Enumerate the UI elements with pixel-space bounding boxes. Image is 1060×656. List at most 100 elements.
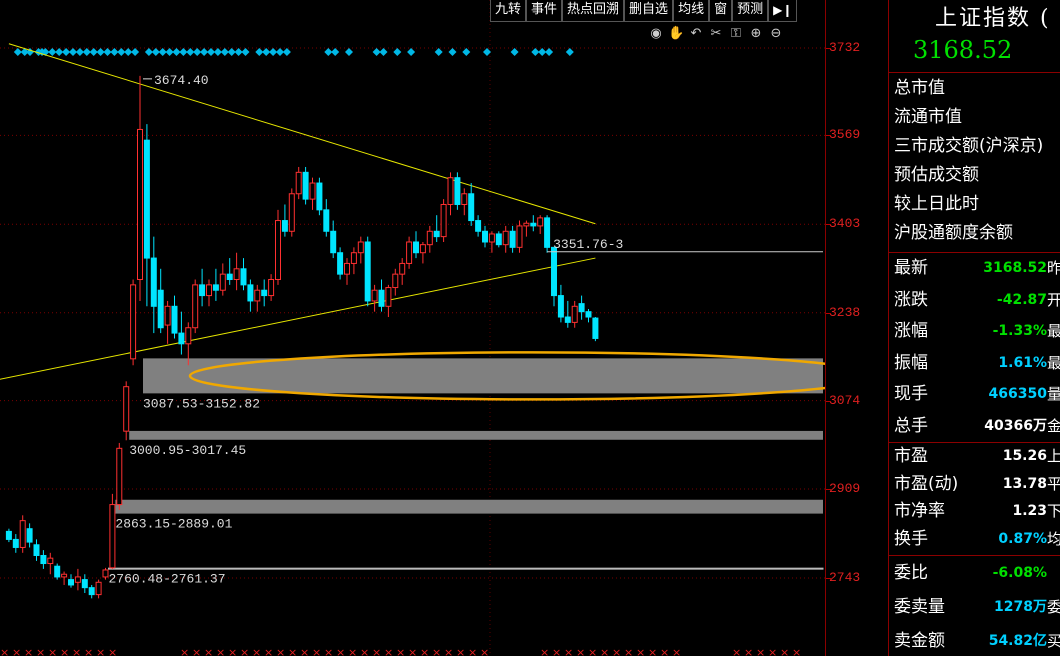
row-value: 0.87% <box>998 530 1047 547</box>
candle-body <box>81 579 88 589</box>
signal-marker <box>227 48 236 56</box>
row-value: 15.26 <box>1002 448 1047 464</box>
candle-body <box>544 217 551 248</box>
price-tick-label: 3732 <box>829 40 861 55</box>
row-tail-label: 下 <box>1047 502 1060 520</box>
candle-body <box>61 573 68 578</box>
candle-body <box>226 273 233 281</box>
time-marker: × <box>612 646 621 656</box>
time-marker: × <box>672 646 681 656</box>
support-zone <box>129 430 823 440</box>
row-value: 3168.52 <box>983 260 1047 276</box>
toolbar-button-5[interactable]: 窗 <box>709 0 733 22</box>
zoom-out-icon[interactable]: ⊖ <box>768 26 784 42</box>
quote-row: 涨跌 -42.87 开 <box>894 287 1060 314</box>
signal-marker <box>324 48 333 56</box>
scissors-icon[interactable]: ✂ <box>708 26 724 42</box>
info-row: 流通市值 <box>894 104 1060 131</box>
info-label: 较上日此时 <box>894 194 979 214</box>
row-value: 1278万 <box>994 599 1047 615</box>
signal-marker <box>220 48 229 56</box>
row-value: 40366万 <box>984 417 1047 434</box>
candle-body <box>247 284 254 302</box>
price-tick: 3569 <box>826 127 860 142</box>
price-tick-label: 2909 <box>829 481 861 497</box>
candle-body <box>440 203 447 238</box>
zoom-in-icon[interactable]: ⊕ <box>748 26 764 42</box>
info-label: 流通市值 <box>894 107 962 127</box>
info-label: 三市成交额(沪深京) <box>894 136 1044 156</box>
signal-marker <box>345 48 353 56</box>
panel-divider <box>889 252 1060 253</box>
collapse-panel-icon[interactable]: ▶❙ <box>768 0 798 22</box>
time-marker: × <box>204 646 213 656</box>
time-marker: × <box>732 646 741 656</box>
row-tail-label: 上 <box>1047 447 1060 465</box>
candle-body <box>392 273 399 289</box>
candle-body <box>426 230 433 246</box>
candle-body <box>12 538 19 548</box>
toolbar-button-6[interactable]: 预测 <box>732 0 769 22</box>
signal-marker <box>172 48 181 56</box>
row-label: 委卖量 <box>894 597 945 617</box>
signal-marker <box>538 48 547 56</box>
candle-body <box>275 220 281 281</box>
candle-body <box>261 289 268 297</box>
signal-marker <box>565 48 574 56</box>
signal-marker <box>483 48 491 56</box>
lock-icon[interactable]: ⚿ <box>728 26 744 42</box>
candle-body <box>109 504 116 569</box>
quote-row: 振幅 1.61% 最 <box>894 350 1060 377</box>
time-marker: × <box>192 646 201 656</box>
order-row: 卖金额 54.82亿买 <box>894 628 1060 655</box>
candle-body <box>171 305 178 334</box>
toolbar-button-0[interactable]: 九转 <box>490 0 527 22</box>
toolbar-button-2[interactable]: 热点回溯 <box>562 0 625 22</box>
candle-body <box>5 530 12 540</box>
time-marker: × <box>48 646 57 656</box>
eye-icon[interactable]: ◉ <box>648 26 664 42</box>
price-tick: 3732 <box>826 40 860 55</box>
hand-icon[interactable]: ✋ <box>668 26 684 42</box>
signal-marker <box>434 48 443 56</box>
row-label: 市盈(动) <box>894 473 959 494</box>
signal-marker <box>144 48 153 56</box>
row-tail-label: 平 <box>1047 474 1060 493</box>
time-marker: × <box>792 646 801 656</box>
signal-marker <box>48 48 57 56</box>
support-zone <box>108 567 824 570</box>
support-zone <box>115 499 823 514</box>
signal-marker <box>282 48 291 56</box>
time-marker: × <box>336 646 345 656</box>
undo-icon[interactable]: ↶ <box>688 26 704 42</box>
signal-marker <box>510 48 519 56</box>
candle-body <box>206 284 212 297</box>
candle-body <box>447 177 454 205</box>
trendline <box>8 43 596 225</box>
toolbar-button-3[interactable]: 删自选 <box>624 0 674 22</box>
time-marker: × <box>624 646 633 656</box>
info-row: 较上日此时 <box>894 191 1060 218</box>
price-tick-label: 3569 <box>829 127 861 143</box>
time-marker: × <box>276 646 285 656</box>
toolbar-button-4[interactable]: 均线 <box>673 0 710 22</box>
candle-body <box>454 177 461 205</box>
time-marker: × <box>72 646 81 656</box>
time-marker: × <box>780 646 789 656</box>
price-tick: 3074 <box>826 393 860 408</box>
panel-divider <box>889 72 1060 73</box>
signal-marker <box>124 48 133 56</box>
info-label: 总市值 <box>894 78 945 98</box>
time-marker: × <box>744 646 753 656</box>
info-row: 预估成交额 <box>894 162 1060 189</box>
candle-body <box>482 230 488 243</box>
row-label: 现手 <box>894 384 928 404</box>
toolbar-button-1[interactable]: 事件 <box>526 0 563 22</box>
order-row: 委卖量 1278万委 <box>894 594 1060 621</box>
row-label: 委比 <box>894 563 928 583</box>
time-marker: × <box>468 646 477 656</box>
row-value: 466350 <box>988 386 1047 402</box>
time-marker: × <box>36 646 45 656</box>
candlestick-chart[interactable]: 3087.53-3152.82 3000.95-3017.45 2863.15-28… <box>0 0 825 656</box>
index-price: 3168.52 <box>913 36 1013 64</box>
